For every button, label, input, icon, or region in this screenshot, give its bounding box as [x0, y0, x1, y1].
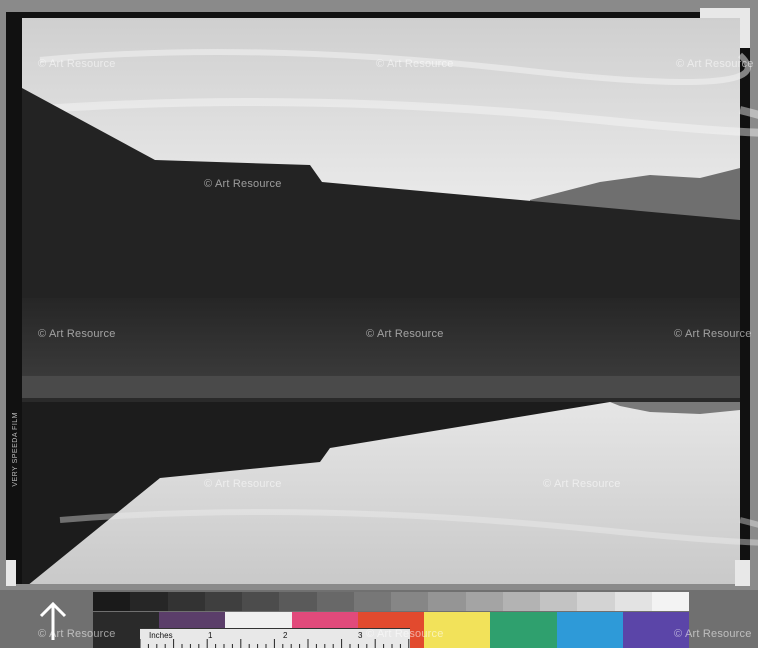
gray-patch	[540, 592, 578, 611]
watermark: © Art Resource	[38, 628, 116, 640]
watermark: © Art Resource	[676, 58, 754, 70]
watermark: © Art Resource	[674, 328, 752, 340]
gray-patch	[204, 592, 242, 611]
color-patch	[490, 612, 557, 648]
gray-patch	[353, 592, 391, 611]
shoreline	[22, 376, 740, 400]
gray-patch	[465, 592, 503, 611]
gray-patch	[577, 592, 615, 611]
watermark: © Art Resource	[674, 628, 752, 640]
watermark: © Art Resource	[204, 178, 282, 190]
film-edge-code: VERY SPEEDA FILM	[12, 412, 19, 487]
gray-patch	[279, 592, 317, 611]
gray-patch	[167, 592, 205, 611]
photo-stage: © Art Resource © Art Resource © Art Reso…	[0, 0, 758, 648]
gray-patch	[316, 592, 354, 611]
watermark: © Art Resource	[38, 58, 116, 70]
gray-patch	[391, 592, 429, 611]
landscape-photograph	[0, 0, 758, 590]
watermark: © Art Resource	[366, 628, 444, 640]
gray-patch	[651, 592, 689, 611]
gray-patch	[614, 592, 652, 611]
watermark: © Art Resource	[366, 328, 444, 340]
watermark: © Art Resource	[376, 58, 454, 70]
gray-patch	[130, 592, 168, 611]
watermark: © Art Resource	[38, 328, 116, 340]
watermark: © Art Resource	[204, 478, 282, 490]
gray-patch	[93, 592, 131, 611]
color-patch	[556, 612, 623, 648]
watermark: © Art Resource	[543, 478, 621, 490]
grayscale-patches	[93, 592, 689, 611]
gray-patch	[428, 592, 466, 611]
gray-patch	[502, 592, 540, 611]
gray-patch	[242, 592, 280, 611]
